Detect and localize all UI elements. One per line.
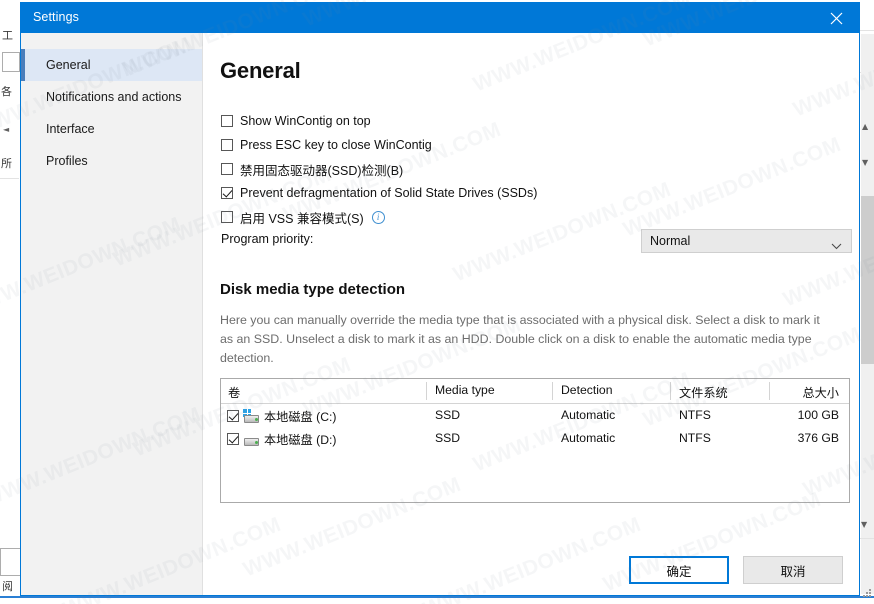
dialog-body: General Notifications and actions Interf…: [21, 33, 859, 595]
checkbox-box[interactable]: [221, 187, 233, 199]
background-button-fragment[interactable]: [0, 548, 22, 576]
background-text-fragment: 工: [2, 30, 13, 42]
column-divider[interactable]: [552, 382, 553, 400]
program-priority-row: Program priority: Normal: [221, 229, 859, 253]
cancel-button[interactable]: 取消: [743, 556, 843, 584]
program-priority-label: Program priority:: [221, 232, 314, 246]
info-icon[interactable]: i: [371, 210, 385, 224]
sidebar-item-label: General: [46, 58, 91, 72]
background-divider: [0, 178, 19, 179]
file-system-cell: NTFS: [679, 431, 711, 445]
checkbox-box[interactable]: [221, 115, 233, 127]
chevron-down-icon: [831, 237, 842, 255]
background-scroll-arrow[interactable]: ▼: [861, 520, 867, 529]
column-header-total-size[interactable]: 总大小: [802, 383, 839, 401]
checkbox-enable-vss-compat-mode[interactable]: 启用 VSS 兼容模式(S) i: [221, 206, 841, 228]
window-title: Settings: [33, 10, 79, 24]
volume-label: 本地磁盘 (C:): [264, 410, 337, 424]
drive-icon: [243, 432, 260, 446]
checkbox-box[interactable]: [221, 211, 233, 223]
sidebar-item-label: Profiles: [46, 154, 88, 168]
settings-nav-sidebar: General Notifications and actions Interf…: [21, 33, 203, 595]
checkbox-box[interactable]: [221, 139, 233, 151]
total-size-cell: 100 GB: [797, 408, 839, 422]
volume-label: 本地磁盘 (D:): [264, 433, 337, 447]
disk-media-type-table[interactable]: 卷 Media type Detection 文件系统 总大小 本地磁盘 (C:…: [220, 378, 850, 503]
sidebar-item-interface[interactable]: Interface: [21, 113, 202, 145]
total-size-cell: 376 GB: [797, 431, 839, 445]
background-input-fragment[interactable]: [2, 52, 20, 72]
checkbox-label: 禁用固态驱动器(SSD)检测(B): [240, 163, 404, 178]
column-header-detection[interactable]: Detection: [561, 383, 613, 397]
close-button[interactable]: [813, 3, 859, 33]
background-text-fragment: 阅: [2, 581, 13, 593]
sidebar-item-label: Interface: [46, 122, 95, 136]
table-row[interactable]: 本地磁盘 (C:) SSD Automatic NTFS 100 GB: [221, 404, 849, 427]
close-icon: [830, 12, 842, 24]
section-description: Here you can manually override the media…: [220, 313, 820, 365]
column-header-volume[interactable]: 卷: [228, 383, 240, 401]
background-scroll-down-arrow[interactable]: ▼: [862, 158, 868, 167]
table-row[interactable]: 本地磁盘 (D:) SSD Automatic NTFS 376 GB: [221, 427, 849, 450]
detection-cell: Automatic: [561, 431, 616, 445]
settings-content-pane: General Show WinContig on top Press ESC …: [204, 33, 859, 595]
column-header-media-type[interactable]: Media type: [435, 383, 495, 397]
settings-dialog: Settings General Notifications and actio…: [20, 2, 860, 596]
dialog-footer-buttons: 确定 取消: [629, 556, 843, 584]
file-system-cell: NTFS: [679, 408, 711, 422]
column-header-file-system[interactable]: 文件系统: [679, 383, 728, 401]
checkbox-show-wincontig-on-top[interactable]: Show WinContig on top: [221, 110, 841, 132]
page-title: General: [220, 58, 301, 83]
checkbox-label: Show WinContig on top: [240, 114, 371, 128]
program-priority-select[interactable]: Normal: [641, 229, 852, 253]
program-priority-value: Normal: [650, 234, 691, 248]
row-checkbox[interactable]: [227, 410, 239, 422]
volume-cell[interactable]: 本地磁盘 (D:): [227, 430, 336, 448]
checkbox-label: Prevent defragmentation of Solid State D…: [240, 186, 538, 200]
background-text-fragment: 各: [1, 86, 12, 98]
table-header-row: 卷 Media type Detection 文件系统 总大小: [221, 379, 849, 404]
title-bar: Settings: [21, 3, 859, 33]
background-collapse-arrow[interactable]: ◄: [3, 125, 9, 134]
checkbox-label: 启用 VSS 兼容模式(S): [240, 211, 364, 226]
screen: 工 各 ◄ 所 阅 ▲ ▼ ▼ Settings General Notific…: [0, 0, 874, 604]
checkbox-disable-ssd-detection[interactable]: 禁用固态驱动器(SSD)检测(B): [221, 158, 841, 180]
sidebar-item-notifications-and-actions[interactable]: Notifications and actions: [21, 81, 202, 113]
checkbox-label: Press ESC key to close WinContig: [240, 138, 432, 152]
ok-button[interactable]: 确定: [629, 556, 729, 584]
background-scrollbar-thumb[interactable]: [861, 196, 874, 364]
sidebar-item-profiles[interactable]: Profiles: [21, 145, 202, 177]
column-divider[interactable]: [670, 382, 671, 400]
detection-cell: Automatic: [561, 408, 616, 422]
background-scroll-up-arrow[interactable]: ▲: [862, 122, 868, 131]
resize-grip-icon[interactable]: [863, 589, 871, 598]
sidebar-item-label: Notifications and actions: [46, 90, 182, 104]
checkbox-prevent-ssd-defragmentation[interactable]: Prevent defragmentation of Solid State D…: [221, 182, 841, 204]
background-status-bar: [0, 596, 874, 598]
volume-cell[interactable]: 本地磁盘 (C:): [227, 407, 336, 425]
drive-icon-system: [243, 409, 260, 423]
section-heading: Disk media type detection: [220, 281, 406, 298]
media-type-cell: SSD: [435, 431, 461, 445]
background-text-fragment: 所: [1, 158, 12, 170]
column-divider[interactable]: [426, 382, 427, 400]
checkbox-box[interactable]: [221, 163, 233, 175]
checkbox-press-esc-to-close[interactable]: Press ESC key to close WinContig: [221, 134, 841, 156]
sidebar-item-general[interactable]: General: [21, 49, 202, 81]
options-checkbox-group: Show WinContig on top Press ESC key to c…: [221, 110, 841, 230]
media-type-cell: SSD: [435, 408, 461, 422]
column-divider[interactable]: [769, 382, 770, 400]
row-checkbox[interactable]: [227, 433, 239, 445]
